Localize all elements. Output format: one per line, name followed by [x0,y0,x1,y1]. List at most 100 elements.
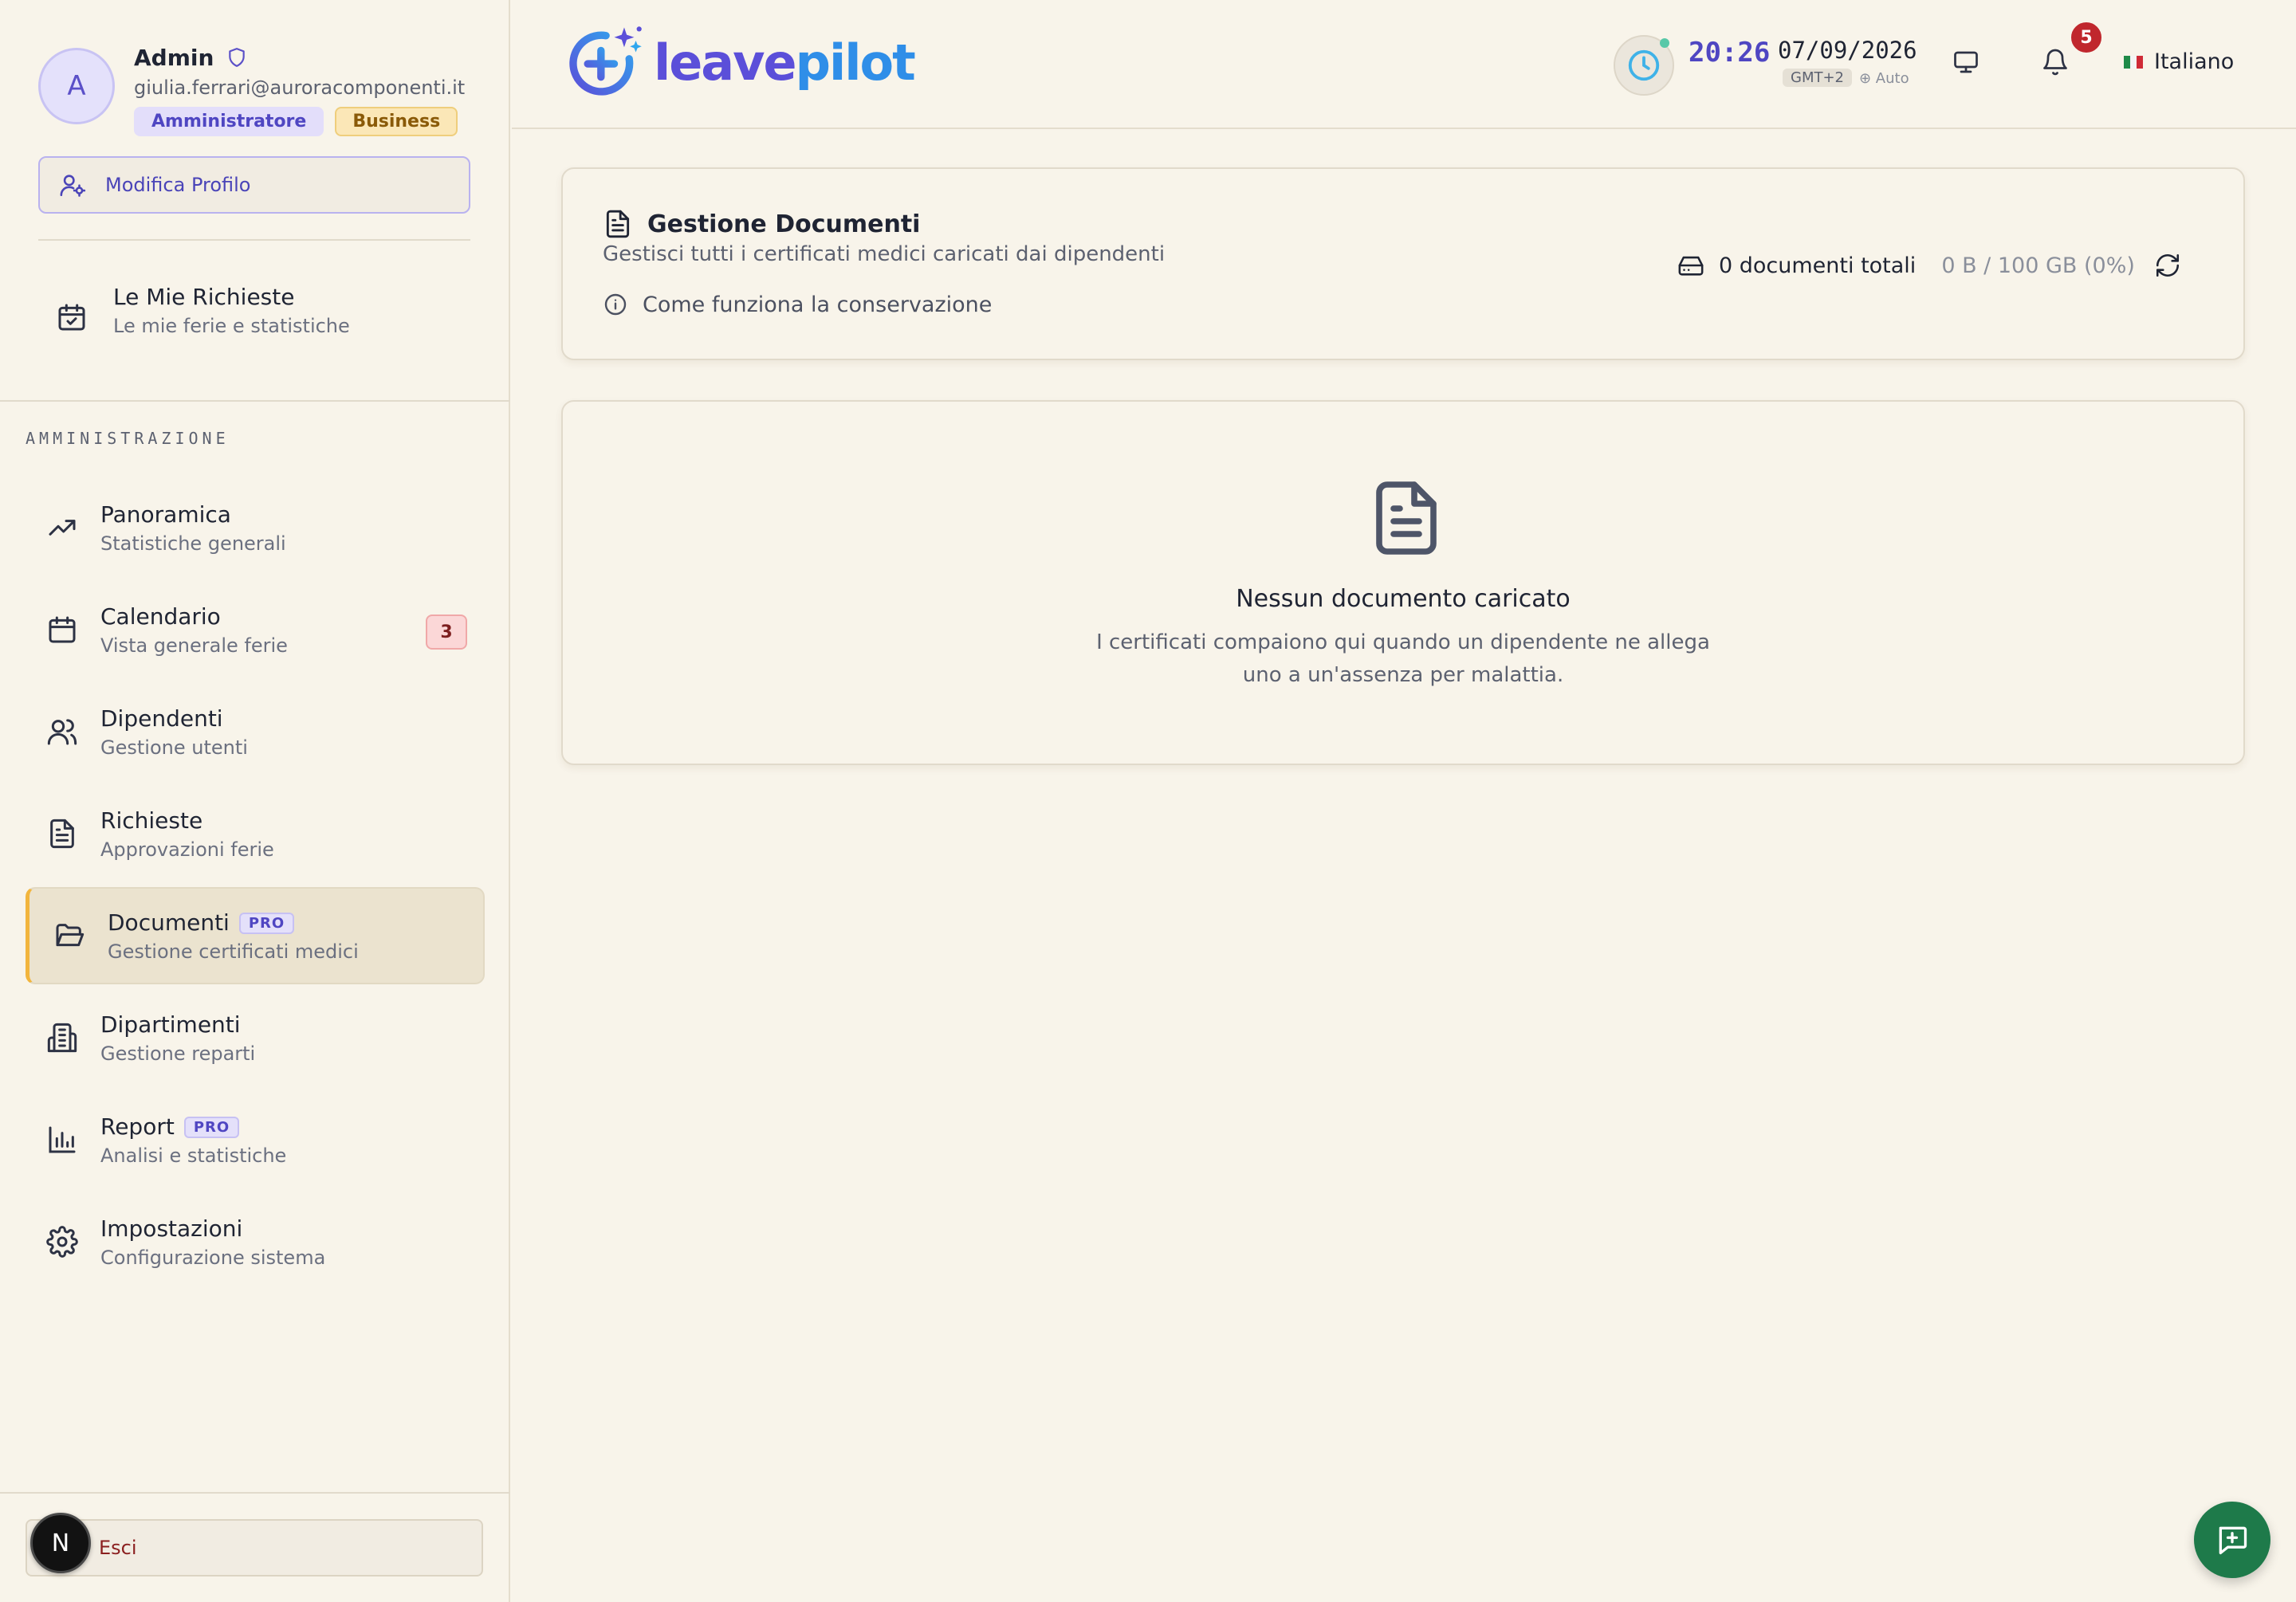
my-requests-text: Le Mie Richieste Le mie ferie e statisti… [113,284,350,337]
notification-count-badge: 5 [2070,21,2103,54]
nav-text: Dipendenti Gestione utenti [100,705,248,759]
nav-title: Dipartimenti [100,1011,241,1038]
divider [0,400,510,402]
document-stats: 0 documenti totali 0 B / 100 GB (0%) [1677,252,2135,279]
user-cog-icon [59,171,86,198]
shield-icon [226,45,247,69]
nav-subtitle: Gestione certificati medici [108,940,359,963]
timezone-mode: ⊕ Auto [1859,70,1909,87]
italy-flag-icon [2124,55,2143,69]
clock-status-dot [1660,38,1669,48]
documents-empty-state: Nessun documento caricato I certificati … [561,400,2245,765]
nav-title-row: Documenti PRO [108,909,359,936]
logo-wordmark: leavepilot [654,33,916,92]
nav-subtitle: Configurazione sistema [100,1246,326,1269]
file-text-icon [603,209,633,239]
dev-tools-badge[interactable]: N [30,1513,91,1573]
sidebar-item-overview[interactable]: Panoramica Statistiche generali [26,477,485,579]
sidebar-item-calendar[interactable]: Calendario Vista generale ferie 3 [26,579,485,681]
nav-text: Panoramica Statistiche generali [100,501,286,555]
logo-part-1: leave [654,33,797,92]
users-icon [41,716,83,748]
gear-icon [41,1226,83,1258]
sidebar-item-my-requests[interactable]: Le Mie Richieste Le mie ferie e statisti… [51,284,482,337]
hard-drive-icon [1677,252,1704,279]
monitor-icon[interactable] [1952,48,1980,77]
avatar: A [38,48,115,124]
sidebar-item-requests[interactable]: Richieste Approvazioni ferie [26,783,485,885]
timezone-badge: GMT+2 [1783,69,1853,87]
current-date: 07/09/2026 [1778,37,1917,64]
pro-tag: PRO [238,912,295,934]
bell-icon[interactable] [2041,48,2070,77]
sidebar-item-employees[interactable]: Dipendenti Gestione utenti [26,681,485,783]
info-icon [603,292,628,317]
trending-up-icon [41,512,83,544]
calendar-icon [41,614,83,646]
top-header: leavepilot 20:26 07/09/2026 GMT+2 ⊕ Auto… [512,0,2296,129]
profile-info: Admin giulia.ferrari@auroracomponenti.it… [134,41,485,136]
clock-button[interactable] [1614,35,1674,96]
folder-open-icon [49,920,90,952]
feedback-fab-button[interactable] [2194,1502,2270,1578]
nav-title: Impostazioni [100,1215,243,1242]
nav-text: Report PRO Analisi e statistiche [100,1113,286,1167]
total-documents: 0 documenti totali [1719,253,1917,278]
logout-label: Esci [99,1537,137,1559]
calendar-count-badge: 3 [426,614,467,650]
nav-title: Richieste [100,807,203,834]
nav-subtitle: Statistiche generali [100,532,286,555]
nav-title: Panoramica [100,501,231,528]
nav-title: Calendario [100,603,221,630]
profile-name: Admin [134,44,214,71]
documents-header-card: Gestione Documenti Gestisci tutti i cert… [561,167,2245,360]
language-label: Italiano [2154,49,2235,74]
language-selector[interactable]: Italiano [2124,49,2234,74]
divider [38,239,470,241]
page-title: Gestione Documenti [647,210,921,238]
profile-email: giulia.ferrari@auroracomponenti.it [134,77,466,99]
sidebar: A Admin giulia.ferrari@auroracomponenti.… [0,0,510,1602]
sidebar-item-settings[interactable]: Impostazioni Configurazione sistema [26,1191,485,1293]
sidebar-item-departments[interactable]: Dipartimenti Gestione reparti [26,987,485,1089]
file-text-icon [1374,480,1438,556]
plan-badge: Business [335,107,458,136]
building-icon [41,1022,83,1054]
nav-text: Dipartimenti Gestione reparti [100,1011,255,1065]
calendar-check-icon [51,284,92,337]
nav-text: Calendario Vista generale ferie [100,603,288,657]
edit-profile-label: Modifica Profilo [105,174,251,196]
refresh-icon[interactable] [2154,252,2181,279]
nav-title: Report [100,1113,175,1140]
page-subtitle: Gestisci tutti i certificati medici cari… [603,242,1166,266]
retention-info-link[interactable]: Come funziona la conservazione [603,292,992,317]
my-requests-subtitle: Le mie ferie e statistiche [113,315,350,337]
empty-state-line-2: uno a un'assenza per malattia. [1242,663,1564,687]
nav-text: Impostazioni Configurazione sistema [100,1215,325,1269]
nav-text: Documenti PRO Gestione certificati medici [108,909,359,963]
nav-subtitle: Gestione reparti [100,1042,256,1065]
empty-state-line-1: I certificati compaiono qui quando un di… [1096,630,1710,654]
edit-profile-button[interactable]: Modifica Profilo [38,156,470,214]
clock-icon [1626,47,1662,84]
nav-subtitle: Gestione utenti [100,736,248,759]
sidebar-item-documents[interactable]: Documenti PRO Gestione certificati medici [26,887,485,984]
current-time: 20:26 [1689,37,1771,69]
profile-badges: Amministratore Business [134,107,485,136]
file-text-icon [41,818,83,850]
empty-state-title: Nessun documento caricato [1236,585,1571,613]
bar-chart-icon [41,1124,83,1156]
logout-button[interactable]: Esci [26,1519,483,1576]
nav-subtitle: Approvazioni ferie [100,838,274,861]
logo-part-2: pilot [795,33,916,92]
nav-title: Dipendenti [100,705,223,732]
documents-title-row: Gestione Documenti [603,209,920,239]
nav-text: Richieste Approvazioni ferie [100,807,274,861]
my-requests-title: Le Mie Richieste [113,284,295,310]
divider [0,1492,510,1494]
logo-mark-icon [563,21,646,104]
app-logo[interactable]: leavepilot [563,21,916,104]
profile-name-row: Admin [134,41,485,73]
sidebar-item-report[interactable]: Report PRO Analisi e statistiche [26,1089,485,1191]
storage-usage: 0 B / 100 GB (0%) [1941,253,2135,278]
